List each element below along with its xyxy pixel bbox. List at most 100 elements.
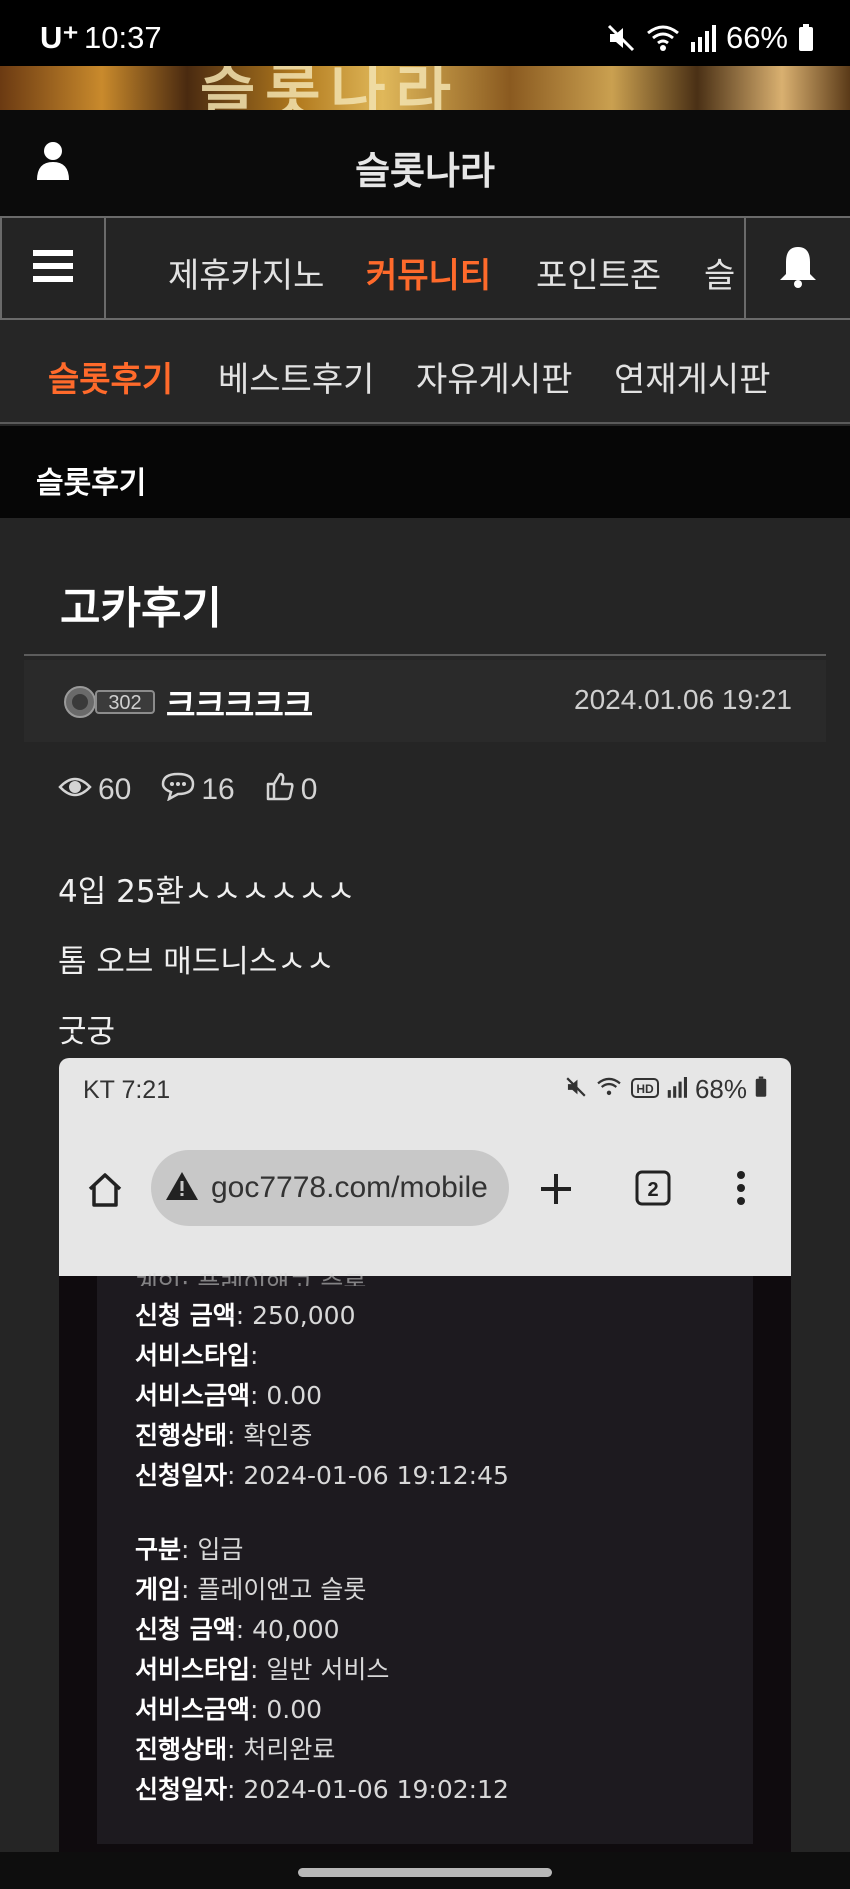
nav-item-point-zone[interactable]: 포인트존: [536, 248, 661, 297]
mute-icon: [565, 1074, 587, 1105]
row-value: : 2024-01-06 19:02:12: [227, 1775, 509, 1804]
main-nav-items: 제휴카지노 커뮤니티 포인트존 슬: [108, 218, 742, 318]
card-row: 게임: 플레이앤고 슬롯: [135, 1570, 366, 1606]
nav-item-more[interactable]: 슬: [704, 248, 735, 297]
browser-toolbar: goc7778.com/mobile 2: [59, 1120, 791, 1276]
cut-off-row: 게임: 플레이앤고 슬롯: [135, 1271, 367, 1286]
battery-icon: [755, 1074, 767, 1105]
warning-icon: [165, 1170, 199, 1206]
card-row: 신청일자: 2024-01-06 19:12:45: [135, 1456, 509, 1492]
row-value: :: [250, 1341, 259, 1370]
signal-icon: [690, 24, 716, 52]
page: U⁺ 10:37 66% 슬롯나라 슬롯나라 제휴카지노 커뮤니티 포인트존 슬…: [0, 0, 850, 1889]
row-value: : 확인중: [227, 1421, 313, 1450]
row-value: : 250,000: [235, 1301, 356, 1330]
carrier-label: U⁺: [40, 20, 79, 55]
card-row: 서비스금액: 0.00: [135, 1690, 322, 1726]
row-label: 서비스타입: [135, 1341, 251, 1370]
sub-nav-slot-review[interactable]: 슬롯후기: [48, 352, 173, 401]
home-icon[interactable]: [85, 1170, 125, 1214]
row-label: 신청 금액: [135, 1301, 236, 1330]
wifi-icon: [595, 1074, 623, 1105]
sub-nav: 슬롯후기 베스트후기 자유게시판 연재게시판: [0, 320, 850, 424]
row-value: : 처리완료: [227, 1735, 336, 1764]
transaction-card: 구분: 입금 게임: 플레이앤고 슬롯 신청 금액: 40,000 서비스타입:…: [97, 1488, 753, 1844]
row-value: : 0.00: [250, 1381, 323, 1410]
row-value: : 플레이앤고 슬롯: [181, 1575, 367, 1604]
wifi-icon: [646, 23, 680, 53]
row-label: 서비스금액: [135, 1695, 251, 1724]
status-icons: 66%: [606, 20, 814, 56]
mute-icon: [606, 23, 636, 53]
views-count: 60: [98, 773, 132, 806]
tab-switcher-icon[interactable]: 2: [635, 1170, 671, 1210]
card-row: 서비스금액: 0.00: [135, 1376, 322, 1412]
breadcrumb[interactable]: 슬롯후기: [36, 458, 146, 502]
status-time: 10:37: [84, 20, 162, 55]
row-value: : 0.00: [250, 1695, 323, 1724]
card-row: 신청 금액: 250,000: [135, 1296, 355, 1332]
likes-stat[interactable]: 0: [265, 771, 318, 809]
comments-count: 16: [201, 773, 235, 806]
sub-nav-free-board[interactable]: 자유게시판: [416, 352, 572, 401]
url-bar[interactable]: goc7778.com/mobile: [151, 1150, 509, 1226]
home-handle[interactable]: [298, 1868, 552, 1877]
card-row: 구분: 입금: [135, 1530, 243, 1566]
nav-item-community[interactable]: 커뮤니티: [366, 248, 491, 297]
signal-icon: [667, 1074, 687, 1105]
screenshot-status-icons: HD 68%: [565, 1074, 767, 1105]
banner-image[interactable]: 슬롯나라: [0, 66, 850, 110]
menu-button[interactable]: [0, 218, 106, 318]
more-options-icon[interactable]: [735, 1170, 747, 1210]
bell-icon: [778, 244, 818, 292]
row-label: 서비스금액: [135, 1381, 251, 1410]
screenshot-carrier-time: KT 7:21: [83, 1076, 171, 1104]
sub-nav-serial-board[interactable]: 연재게시판: [614, 352, 770, 401]
gesture-nav-bar: [0, 1852, 850, 1889]
hamburger-icon: [33, 249, 73, 287]
row-label: 게임: [135, 1575, 182, 1604]
status-bar: U⁺ 10:37 66%: [0, 0, 850, 66]
site-header: 슬롯나라: [0, 110, 850, 216]
comments-stat: 16: [161, 771, 235, 809]
card-row: 신청 금액: 40,000: [135, 1610, 340, 1646]
tab-count: 2: [647, 1179, 658, 1201]
main-nav: 제휴카지노 커뮤니티 포인트존 슬: [0, 216, 850, 320]
level-number: 302: [108, 692, 141, 714]
banner-logo-text: 슬롯나라: [200, 66, 461, 110]
url-text: goc7778.com/mobile: [211, 1171, 488, 1204]
row-label: 신청 금액: [135, 1615, 236, 1644]
card-row: 서비스타입:: [135, 1336, 258, 1372]
battery-percent: 66%: [725, 20, 788, 55]
row-value: : 2024-01-06 19:12:45: [227, 1461, 509, 1490]
card-row: 신청일자: 2024-01-06 19:02:12: [135, 1770, 509, 1806]
notification-button[interactable]: [744, 218, 850, 318]
likes-count: 0: [300, 773, 318, 806]
thumbs-up-icon: [265, 771, 301, 809]
card-row: 서비스타입: 일반 서비스: [135, 1650, 389, 1686]
views-stat: 60: [58, 773, 131, 807]
attached-screenshot[interactable]: KT 7:21 HD 68% goc7778.com/mobile 2 게임: …: [59, 1058, 791, 1889]
breadcrumb-bar: 슬롯후기: [0, 426, 850, 518]
row-value: : 일반 서비스: [250, 1655, 390, 1684]
row-label: 신청일자: [135, 1775, 228, 1804]
post-date: 2024.01.06 19:21: [574, 684, 792, 715]
row-label: 서비스타입: [135, 1655, 251, 1684]
site-title[interactable]: 슬롯나라: [0, 140, 850, 195]
nav-item-partner-casino[interactable]: 제휴카지노: [168, 248, 324, 297]
new-tab-icon[interactable]: [539, 1172, 573, 1210]
card-row: 진행상태: 처리완료: [135, 1730, 335, 1766]
author-row: 302 크크크크크 2024.01.06 19:21: [24, 660, 826, 742]
card-row: 진행상태: 확인중: [135, 1416, 312, 1452]
author-name[interactable]: 크크크크크: [166, 680, 313, 726]
svg-text:HD: HD: [636, 1082, 654, 1096]
post-title: 고카후기: [60, 583, 222, 634]
sub-nav-best-review[interactable]: 베스트후기: [218, 352, 374, 401]
post-body-line: 4입 25환ㅅㅅㅅㅅㅅㅅ: [58, 874, 356, 910]
level-badge: 302: [62, 684, 158, 720]
row-label: 진행상태: [135, 1735, 228, 1764]
row-label: 진행상태: [135, 1421, 228, 1450]
eye-icon: [58, 773, 98, 807]
row-label: 신청일자: [135, 1461, 228, 1490]
battery-icon: [798, 24, 814, 52]
